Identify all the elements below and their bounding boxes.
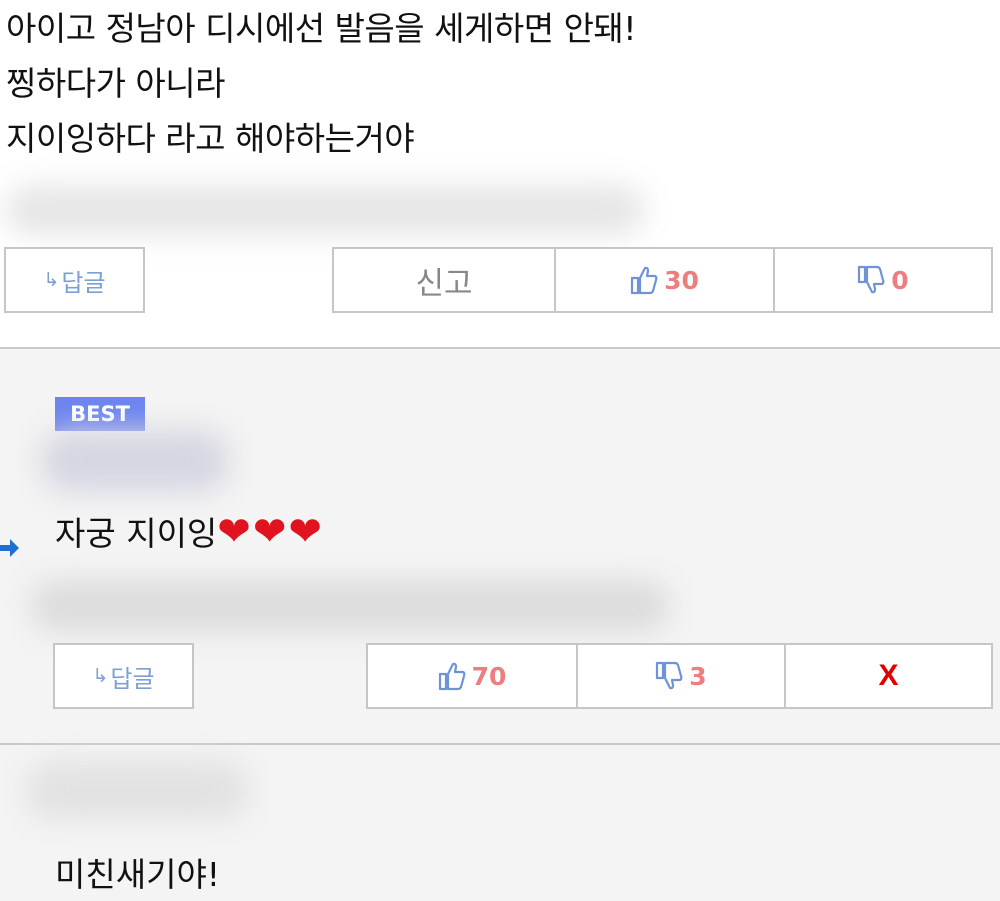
downvote-count: 0 <box>891 265 909 295</box>
delete-button[interactable]: X <box>784 643 993 709</box>
downvote-count: 3 <box>689 661 707 691</box>
best-reply-arrow-icon <box>0 535 20 565</box>
blurred-meta-info <box>30 580 670 632</box>
upvote-button[interactable]: 30 <box>554 247 775 313</box>
thumbs-up-icon <box>630 265 658 295</box>
reply-arrow-icon: ↳ <box>43 269 60 291</box>
comment-text: 자궁 지이잉❤❤❤ <box>55 507 324 555</box>
comment-text-line-2: 찡하다가 아니라 <box>6 64 226 103</box>
reply-label: 답글 <box>61 268 106 297</box>
heart-emojis: ❤❤❤ <box>217 509 324 555</box>
thumbs-down-icon <box>655 661 683 691</box>
reply-label: 답글 <box>110 664 155 693</box>
comment-text-line-3: 지이잉하다 라고 해야하는거야 <box>6 119 415 158</box>
upvote-button[interactable]: 70 <box>366 643 578 709</box>
report-button[interactable]: 신고 <box>332 247 556 313</box>
comment-text: 미친새기야! <box>55 855 221 894</box>
comment-body: 자궁 지이잉 <box>55 514 218 553</box>
best-badge: BEST <box>55 397 145 431</box>
reply-arrow-icon: ↳ <box>92 665 109 687</box>
reply-button[interactable]: ↳ 답글 <box>53 643 194 709</box>
delete-x-label: X <box>878 659 899 692</box>
blurred-author-info <box>25 760 250 820</box>
thumbs-up-icon <box>438 661 466 691</box>
comment-text-line-1: 아이고 정남아 디시에선 발음을 세게하면 안돼! <box>6 9 637 48</box>
upvote-count: 30 <box>664 265 699 295</box>
upvote-count: 70 <box>471 661 507 691</box>
blurred-author-info <box>5 185 645 235</box>
downvote-button[interactable]: 0 <box>773 247 993 313</box>
blurred-author-info <box>40 430 230 492</box>
reply-button[interactable]: ↳ 답글 <box>4 247 145 313</box>
thumbs-down-icon <box>857 265 885 295</box>
report-label: 신고 <box>415 265 473 302</box>
downvote-button[interactable]: 3 <box>576 643 786 709</box>
